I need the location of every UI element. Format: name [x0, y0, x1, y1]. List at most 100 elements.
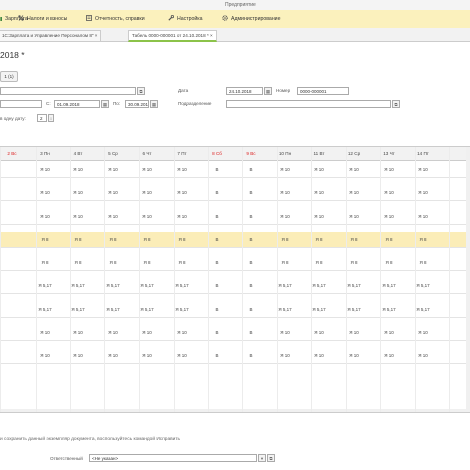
month-field[interactable] — [0, 100, 42, 108]
table-cell[interactable]: Я 8 — [127, 232, 167, 247]
tab-home[interactable]: 1С:Зарплата и Управление Персоналом 8" × — [0, 30, 102, 41]
number-field[interactable]: 0000-000001 — [297, 87, 349, 95]
department-field[interactable] — [226, 100, 391, 108]
table-cell[interactable]: Я 10 — [127, 325, 167, 340]
table-cell[interactable]: Я 5,17 — [299, 278, 339, 293]
toolbar-button[interactable]: 1 (1) — [0, 71, 18, 82]
table-cell[interactable]: Я 10 — [403, 185, 443, 200]
table-cell[interactable]: Я 8 — [58, 232, 98, 247]
table-cell[interactable]: Я 10 — [299, 162, 339, 177]
table-cell[interactable]: Я 10 — [58, 162, 98, 177]
open-responsible-icon[interactable]: ⧉ — [267, 454, 275, 462]
table-cell[interactable]: Я 10 — [299, 348, 339, 363]
column-divider — [70, 147, 71, 412]
table-cell[interactable]: Я 10 — [58, 209, 98, 224]
table-cell[interactable]: Я 10 — [299, 185, 339, 200]
table-cell[interactable]: Я 10 — [127, 162, 167, 177]
table-cell[interactable]: Я 5,17 — [162, 278, 202, 293]
table-cell[interactable]: Я 10 — [403, 209, 443, 224]
period-from-field[interactable]: 01.09.2018 — [54, 100, 100, 108]
table-cell[interactable]: Я 10 — [127, 185, 167, 200]
table-cell[interactable]: Я 5,17 — [127, 302, 167, 317]
dropdown-icon[interactable]: ▾ — [258, 454, 266, 462]
menu-item-taxes[interactable]: Налоги и взносы — [18, 10, 67, 28]
column-divider — [104, 147, 105, 412]
table-cell[interactable]: Я 8 — [299, 232, 339, 247]
table-cell[interactable]: Я 8 — [162, 255, 202, 270]
vertical-scrollbar[interactable] — [466, 147, 470, 412]
column-header[interactable]: 6 Чт — [127, 147, 167, 160]
calendar-icon[interactable]: ▦ — [264, 87, 272, 95]
open-organization-icon[interactable]: ⧉ — [137, 87, 145, 95]
menu-item-admin[interactable]: Администрирование — [222, 10, 280, 28]
department-label: Подразделение — [178, 101, 212, 106]
organization-field[interactable] — [0, 87, 136, 95]
one-day-field[interactable]: 2 — [37, 114, 47, 122]
table-cell[interactable]: Я 10 — [162, 162, 202, 177]
column-header[interactable]: 11 Вт — [299, 147, 339, 160]
menu-item-reports[interactable]: Отчетность, справки — [86, 10, 145, 28]
calendar-to-icon[interactable]: ▦ — [150, 100, 158, 108]
table-cell[interactable]: Я 10 — [162, 348, 202, 363]
table-cell[interactable]: Я 5,17 — [58, 278, 98, 293]
table-cell[interactable]: Я 10 — [403, 348, 443, 363]
date-field[interactable]: 24.10.2018 — [226, 87, 263, 95]
column-divider — [346, 147, 347, 412]
table-cell[interactable]: Я 5,17 — [403, 302, 443, 317]
table-cell[interactable]: Я 10 — [162, 185, 202, 200]
column-divider — [242, 147, 243, 412]
column-header[interactable]: 12 Ср — [334, 147, 374, 160]
table-cell[interactable]: Я 8 — [127, 255, 167, 270]
date-label: Дата — [178, 88, 189, 93]
table-cell[interactable]: Я 5,17 — [299, 302, 339, 317]
table-cell[interactable]: Я 10 — [58, 325, 98, 340]
table-cell[interactable]: Я 5,17 — [127, 278, 167, 293]
table-cell[interactable]: Я 10 — [334, 348, 374, 363]
responsible-field[interactable]: <Не указан> — [89, 454, 257, 462]
table-cell[interactable]: Я 8 — [58, 255, 98, 270]
table-cell[interactable]: Я 5,17 — [334, 302, 374, 317]
table-cell[interactable]: Я 10 — [334, 325, 374, 340]
table-cell[interactable]: Я 10 — [334, 185, 374, 200]
column-divider — [139, 147, 140, 412]
window-title: Предприятие — [225, 2, 256, 8]
table-cell[interactable]: Я 5,17 — [162, 302, 202, 317]
calendar-from-icon[interactable]: ▦ — [101, 100, 109, 108]
one-day-label: в одну дату: — [0, 116, 26, 121]
table-cell[interactable]: Я 10 — [162, 325, 202, 340]
table-cell[interactable]: Я 10 — [58, 185, 98, 200]
table-cell[interactable]: Я 10 — [299, 325, 339, 340]
column-header[interactable]: 14 Пт — [403, 147, 443, 160]
table-cell[interactable]: Я 10 — [127, 209, 167, 224]
period-to-field[interactable]: 30.09.2018 — [125, 100, 149, 108]
table-cell[interactable]: Я 8 — [162, 232, 202, 247]
table-cell[interactable]: Я 5,17 — [334, 278, 374, 293]
table-cell[interactable]: Я 10 — [299, 209, 339, 224]
tab-timesheet[interactable]: Табель 0000-000001 от 24.10.2018 * × — [128, 30, 217, 42]
menu-label: Администрирование — [231, 16, 281, 22]
stepper-icon[interactable]: ↕ — [48, 114, 54, 122]
table-cell[interactable]: Я 8 — [299, 255, 339, 270]
open-department-icon[interactable]: ⧉ — [392, 100, 400, 108]
report-icon — [86, 15, 92, 21]
column-header[interactable]: 7 Пт — [162, 147, 202, 160]
table-cell[interactable]: Я 10 — [58, 348, 98, 363]
table-cell[interactable]: Я 10 — [162, 209, 202, 224]
column-header[interactable]: 4 Вт — [58, 147, 98, 160]
table-cell[interactable]: Я 10 — [334, 162, 374, 177]
table-cell[interactable]: Я 8 — [403, 232, 443, 247]
table-cell[interactable]: Я 10 — [403, 162, 443, 177]
table-cell[interactable]: Я 10 — [127, 348, 167, 363]
table-cell[interactable]: Я 8 — [403, 255, 443, 270]
table-cell[interactable]: Я 8 — [334, 232, 374, 247]
correction-hint: и сохранить данный экземпляр документа, … — [0, 437, 181, 442]
menu-item-settings[interactable]: Настройка — [168, 10, 203, 28]
period-to-label: По: — [113, 101, 121, 106]
table-cell[interactable]: Я 5,17 — [403, 278, 443, 293]
column-divider — [277, 147, 278, 412]
table-cell[interactable]: Я 10 — [334, 209, 374, 224]
table-cell[interactable]: Я 10 — [403, 325, 443, 340]
table-cell[interactable]: Я 5,17 — [58, 302, 98, 317]
open-tabs-bar: 1С:Зарплата и Управление Персоналом 8" ×… — [0, 28, 470, 42]
table-cell[interactable]: Я 8 — [334, 255, 374, 270]
